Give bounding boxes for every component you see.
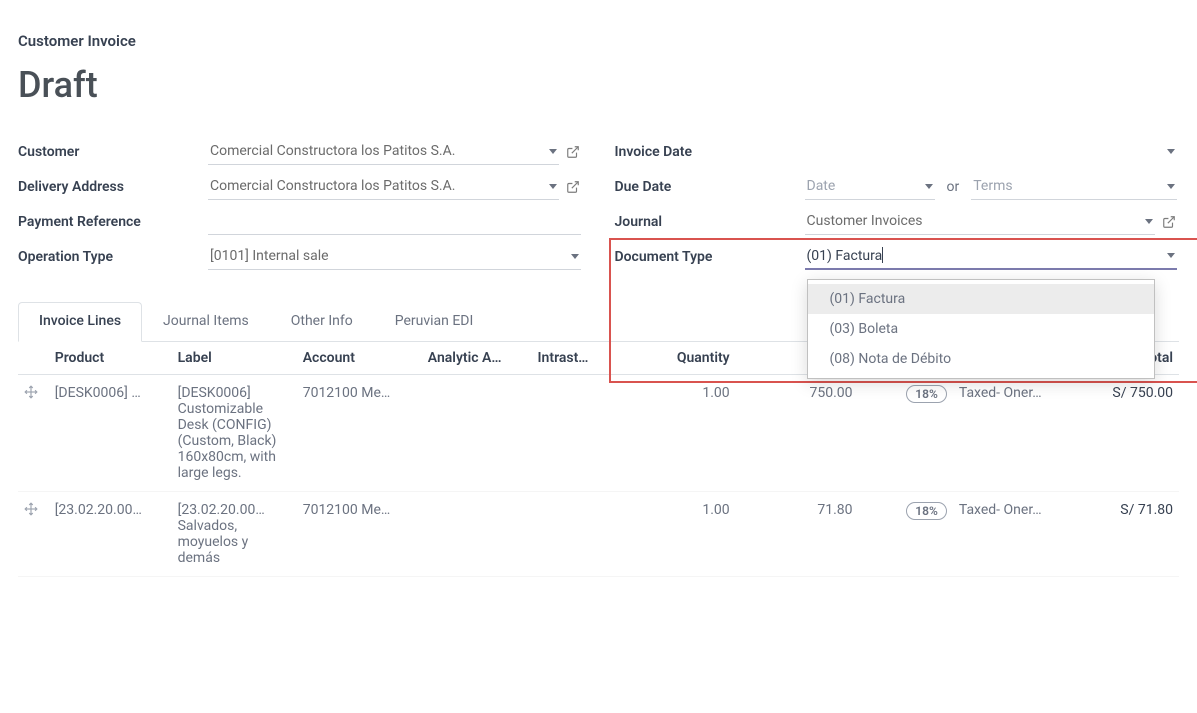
or-separator: or bbox=[947, 179, 960, 195]
doctype-value: (01) Factura bbox=[807, 247, 884, 264]
col-product[interactable]: Product bbox=[49, 342, 172, 375]
chevron-down-icon bbox=[549, 149, 557, 154]
col-intrastat[interactable]: Intrast… bbox=[532, 342, 615, 375]
customer-label: Customer bbox=[18, 144, 208, 160]
cell-tax-label[interactable]: Taxed- Oner… bbox=[953, 375, 1074, 492]
external-link-icon[interactable] bbox=[1161, 214, 1177, 230]
cell-product[interactable]: [DESK0006] … bbox=[49, 375, 172, 492]
cell-analytic[interactable] bbox=[422, 375, 532, 492]
optype-select[interactable]: [0101] Internal sale bbox=[208, 244, 581, 270]
chevron-down-icon bbox=[1167, 253, 1175, 258]
customer-value: Comercial Constructora los Patitos S.A. bbox=[210, 143, 455, 159]
table-row[interactable]: [23.02.20.00… [23.02.20.00… Salvados, mo… bbox=[18, 492, 1179, 577]
chevron-down-icon bbox=[1167, 149, 1175, 154]
drag-handle-icon[interactable] bbox=[24, 385, 38, 399]
tab-peruvian-edi[interactable]: Peruvian EDI bbox=[374, 302, 495, 342]
cell-qty[interactable]: 1.00 bbox=[615, 375, 736, 492]
invdate-select[interactable] bbox=[805, 139, 1178, 165]
doctype-dropdown[interactable]: (01) Factura (03) Boleta (08) Nota de Dé… bbox=[807, 279, 1156, 379]
doctype-select[interactable]: (01) Factura bbox=[805, 243, 1178, 270]
cell-label[interactable]: [23.02.20.00… Salvados, moyuelos y demás bbox=[172, 492, 297, 577]
doctype-option[interactable]: (01) Factura bbox=[808, 284, 1155, 314]
tax-badge[interactable]: 18% bbox=[906, 385, 947, 403]
col-analytic[interactable]: Analytic A… bbox=[422, 342, 532, 375]
cell-price[interactable]: 750.00 bbox=[736, 375, 859, 492]
external-link-icon[interactable] bbox=[565, 144, 581, 160]
delivery-value: Comercial Constructora los Patitos S.A. bbox=[210, 178, 455, 194]
journal-label: Journal bbox=[615, 214, 805, 230]
breadcrumb: Customer Invoice bbox=[18, 32, 1179, 50]
chevron-down-icon bbox=[925, 184, 933, 189]
invdate-label: Invoice Date bbox=[615, 144, 805, 160]
cell-subtotal: S/ 750.00 bbox=[1074, 375, 1179, 492]
cell-qty[interactable]: 1.00 bbox=[615, 492, 736, 577]
doctype-option[interactable]: (08) Nota de Débito bbox=[808, 344, 1155, 374]
cell-tax-label[interactable]: Taxed- Oner… bbox=[953, 492, 1074, 577]
cell-price[interactable]: 71.80 bbox=[736, 492, 859, 577]
col-label[interactable]: Label bbox=[172, 342, 297, 375]
tab-other-info[interactable]: Other Info bbox=[270, 302, 374, 342]
duedate-date-select[interactable]: Date bbox=[805, 174, 935, 200]
cell-intrastat[interactable] bbox=[532, 375, 615, 492]
duedate-label: Due Date bbox=[615, 179, 805, 195]
delivery-select[interactable]: Comercial Constructora los Patitos S.A. bbox=[208, 174, 559, 200]
delivery-label: Delivery Address bbox=[18, 179, 208, 195]
tab-invoice-lines[interactable]: Invoice Lines bbox=[18, 302, 142, 342]
cell-label[interactable]: [DESK0006] Customizable Desk (CONFIG) (C… bbox=[172, 375, 297, 492]
duedate-date-placeholder: Date bbox=[807, 178, 836, 194]
doctype-label: Document Type bbox=[615, 249, 805, 265]
chevron-down-icon bbox=[549, 184, 557, 189]
page-title: Draft bbox=[18, 64, 1179, 106]
col-quantity[interactable]: Quantity bbox=[615, 342, 736, 375]
journal-select[interactable]: Customer Invoices bbox=[805, 209, 1156, 235]
external-link-icon[interactable] bbox=[565, 179, 581, 195]
table-row[interactable]: [DESK0006] … [DESK0006] Customizable Des… bbox=[18, 375, 1179, 492]
col-account[interactable]: Account bbox=[297, 342, 422, 375]
chevron-down-icon bbox=[1167, 184, 1175, 189]
cell-analytic[interactable] bbox=[422, 492, 532, 577]
chevron-down-icon bbox=[1145, 219, 1153, 224]
chevron-down-icon bbox=[571, 254, 579, 259]
drag-handle-icon[interactable] bbox=[24, 502, 38, 516]
optype-value: [0101] Internal sale bbox=[210, 248, 329, 264]
tax-badge[interactable]: 18% bbox=[906, 502, 947, 520]
journal-value: Customer Invoices bbox=[807, 213, 923, 229]
cell-subtotal: S/ 71.80 bbox=[1074, 492, 1179, 577]
customer-select[interactable]: Comercial Constructora los Patitos S.A. bbox=[208, 139, 559, 165]
cell-account[interactable]: 7012100 Me… bbox=[297, 492, 422, 577]
duedate-terms-select[interactable]: Terms bbox=[971, 174, 1177, 200]
doctype-option[interactable]: (03) Boleta bbox=[808, 314, 1155, 344]
optype-label: Operation Type bbox=[18, 249, 208, 265]
payref-label: Payment Reference bbox=[18, 214, 208, 230]
cell-intrastat[interactable] bbox=[532, 492, 615, 577]
payref-input[interactable] bbox=[208, 209, 581, 235]
cell-account[interactable]: 7012100 Me… bbox=[297, 375, 422, 492]
duedate-terms-placeholder: Terms bbox=[973, 178, 1012, 194]
tab-journal-items[interactable]: Journal Items bbox=[142, 302, 270, 342]
cell-product[interactable]: [23.02.20.00… bbox=[49, 492, 172, 577]
